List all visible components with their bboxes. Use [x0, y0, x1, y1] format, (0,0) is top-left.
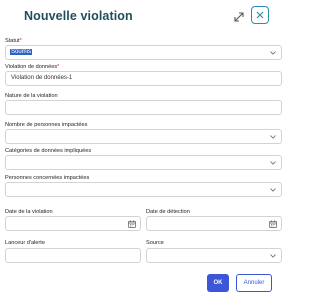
- source-label: Source: [146, 240, 164, 246]
- date-detection-input[interactable]: [146, 216, 282, 231]
- expand-button[interactable]: [232, 10, 246, 24]
- calendar-icon[interactable]: [269, 220, 277, 228]
- dialog-header: Nouvelle violation: [0, 0, 287, 34]
- categories-label: Catégories de données impliquées: [5, 148, 92, 154]
- date-violation-label: Date de la violation: [5, 209, 53, 215]
- date-detection-label: Date de détection: [146, 209, 190, 215]
- ok-button[interactable]: OK: [207, 274, 229, 292]
- date-violation-input[interactable]: [5, 216, 141, 231]
- personnes-concernees-label: Personnes concernées impactées: [5, 175, 90, 181]
- statut-label: Statut*: [5, 38, 22, 44]
- statut-value: Soumis: [10, 49, 33, 55]
- cancel-button[interactable]: Annuler: [236, 274, 272, 292]
- dialog-title: Nouvelle violation: [24, 9, 133, 23]
- close-icon: [256, 11, 264, 19]
- chevron-down-icon: [270, 161, 276, 165]
- statut-select[interactable]: Soumis: [5, 45, 282, 60]
- chevron-down-icon: [270, 135, 276, 139]
- personnes-concernees-select[interactable]: [5, 182, 282, 197]
- violation-input[interactable]: Violation de données-1: [5, 71, 282, 86]
- lanceur-input[interactable]: [5, 248, 141, 263]
- violation-label: Violation de données*: [5, 64, 60, 70]
- calendar-icon[interactable]: [128, 220, 136, 228]
- chevron-down-icon: [270, 188, 276, 192]
- nb-personnes-select[interactable]: [5, 129, 282, 144]
- lanceur-label: Lanceur d'alerte: [5, 240, 45, 246]
- chevron-down-icon: [270, 254, 276, 258]
- chevron-down-icon: [270, 51, 276, 55]
- expand-icon: [234, 12, 244, 22]
- categories-select[interactable]: [5, 155, 282, 170]
- nature-input[interactable]: [5, 100, 282, 115]
- source-select[interactable]: [146, 248, 282, 263]
- nature-label: Nature de la violation: [5, 93, 58, 99]
- nb-personnes-label: Nombre de personnes impactées: [5, 122, 88, 128]
- close-button[interactable]: [251, 6, 269, 24]
- violation-value: Violation de données-1: [11, 75, 73, 81]
